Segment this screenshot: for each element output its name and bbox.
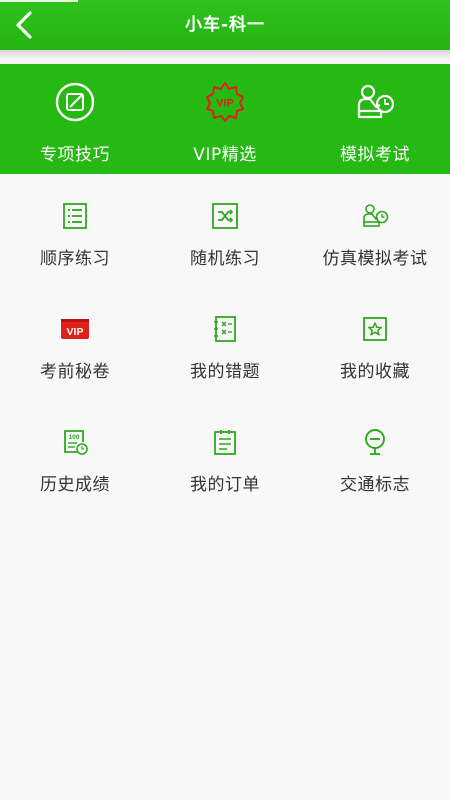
grid-item-favorites[interactable]: 我的收藏 (300, 287, 450, 400)
traffic-sign-icon (365, 429, 385, 455)
order-clipboard-icon (214, 430, 236, 455)
grid-item-label: 随机练习 (190, 249, 260, 269)
banner-item-mock-exam[interactable]: 模拟考试 (300, 64, 450, 174)
grid-item-random-practice[interactable]: 随机练习 (150, 174, 300, 287)
star-box-icon (363, 317, 387, 341)
top-bar: 小车-科一 (0, 0, 450, 50)
exam-person-icon (357, 84, 395, 119)
banner-item-label: VIP精选 (193, 145, 257, 165)
banner-item-special-skills[interactable]: 专项技巧 (0, 64, 150, 174)
list-icon (63, 203, 87, 229)
exam-person-icon (363, 204, 389, 227)
wrong-notebook-icon (214, 316, 236, 342)
grid-item-label: 仿真模拟考试 (322, 249, 428, 269)
vip-badge-text: VIP (216, 98, 234, 110)
page-title: 小车-科一 (184, 15, 266, 35)
banner-item-label: 模拟考试 (340, 145, 410, 165)
banner-item-label: 专项技巧 (40, 145, 110, 165)
grid-item-score-history[interactable]: 100 历史成绩 (0, 400, 150, 513)
grid-item-label: 交通标志 (340, 475, 410, 495)
feature-banner: 专项技巧 VIP VIP精选 模拟考试 (0, 64, 450, 174)
score-badge-text: 100 (69, 434, 80, 441)
banner-item-vip-selection[interactable]: VIP VIP精选 (150, 64, 300, 174)
grid-item-wrong-questions[interactable]: 我的错题 (150, 287, 300, 400)
grid-item-traffic-signs[interactable]: 交通标志 (300, 400, 450, 513)
vip-tag-icon: VIP (61, 319, 89, 339)
function-grid: 顺序练习 随机练习 仿真模拟考试 VIP 考前秘卷 我的错题 我的收藏 100 … (0, 174, 450, 513)
score-history-icon: 100 (64, 430, 88, 455)
grid-item-simulated-exam[interactable]: 仿真模拟考试 (300, 174, 450, 287)
shuffle-icon (212, 203, 238, 229)
grid-item-label: 我的收藏 (340, 362, 410, 382)
vip-badge-icon: VIP (206, 82, 244, 122)
grid-item-label: 顺序练习 (40, 249, 110, 269)
vip-tag-text: VIP (67, 326, 84, 338)
grid-item-label: 考前秘卷 (40, 362, 110, 382)
grid-item-label: 我的错题 (190, 362, 260, 382)
grid-item-secret-paper[interactable]: VIP 考前秘卷 (0, 287, 150, 400)
header-divider (0, 50, 450, 64)
grid-item-sequential-practice[interactable]: 顺序练习 (0, 174, 150, 287)
grid-item-label: 我的订单 (190, 475, 260, 495)
edit-circle-icon (55, 82, 95, 122)
grid-item-my-orders[interactable]: 我的订单 (150, 400, 300, 513)
grid-item-label: 历史成绩 (40, 475, 110, 495)
